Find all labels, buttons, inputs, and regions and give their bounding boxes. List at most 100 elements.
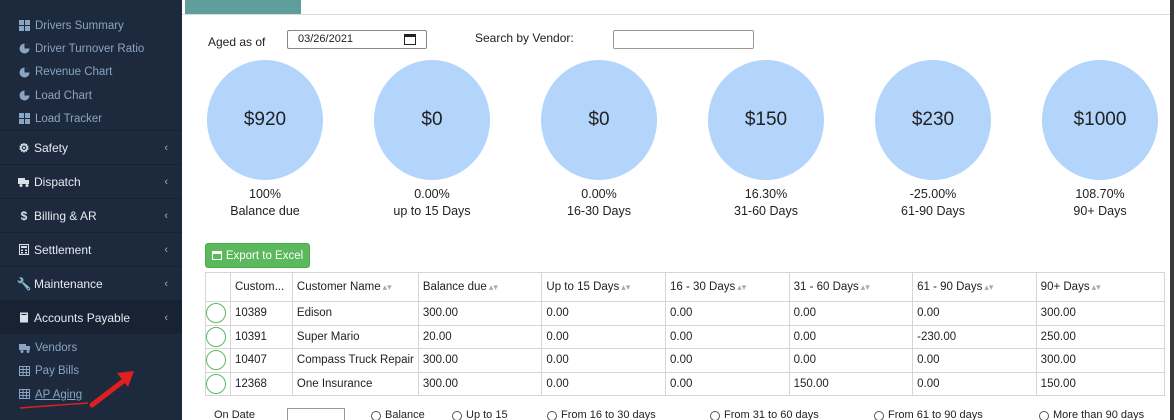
sort-icon[interactable]: ▴▾ [861, 282, 870, 292]
sidebar-item-billing-ar[interactable]: $ Billing & AR ‹ [0, 198, 182, 232]
sort-icon[interactable]: ▴▾ [489, 282, 498, 292]
chevron-left-icon: ‹ [164, 175, 168, 188]
aging-label: 90+ Days [1073, 204, 1127, 218]
calendar-icon[interactable] [404, 34, 416, 45]
aging-card-61-90: $230 -25.00% 61-90 Days [863, 60, 1003, 220]
gears-icon: ⚙ [18, 140, 30, 155]
sidebar-item-safety[interactable]: ⚙ Safety ‹ [0, 130, 182, 164]
row-select-radio[interactable] [206, 350, 226, 371]
table-cell: 0.00 [541, 301, 667, 326]
sort-icon[interactable]: ▴▾ [383, 282, 392, 292]
sidebar-item-load-tracker[interactable]: Load Tracker [0, 107, 182, 130]
table-cell: 300.00 [417, 371, 543, 396]
aging-label: 31-60 Days [734, 204, 798, 218]
chevron-left-icon: ‹ [164, 141, 168, 154]
sidebar-item-label: Drivers Summary [35, 19, 124, 32]
sidebar-item-vendors[interactable]: Vendors [0, 336, 182, 359]
sidebar-item-label: Billing & AR [34, 208, 97, 223]
aging-percent: 16.30% [744, 187, 788, 201]
table-cell: 300.00 [417, 301, 543, 326]
main-panel: Aged as of 03/26/2021 Search by Vendor: … [182, 0, 1170, 420]
column-header-label: 16 - 30 Days [670, 281, 736, 293]
sidebar-item-driver-turnover-ratio[interactable]: Driver Turnover Ratio [0, 37, 182, 60]
column-header[interactable]: Customer Name ▴▾ [291, 272, 419, 302]
table-header-row: Custom... Customer Name ▴▾ Balance due ▴▾ … [205, 272, 1166, 302]
table-row[interactable]: 10391 Super Mario 20.00 0.00 0.00 0.00 -… [205, 324, 1166, 349]
table-row[interactable]: 12368 One Insurance 300.00 0.00 0.00 150… [205, 371, 1166, 396]
row-select-cell[interactable] [205, 324, 231, 349]
radio-31-60[interactable] [710, 411, 720, 420]
tab-active[interactable] [185, 0, 301, 14]
sidebar-item-drivers-summary[interactable]: Drivers Summary [0, 14, 182, 37]
aging-circle: $230 [875, 60, 991, 180]
radio-up-to-15[interactable] [452, 411, 462, 420]
sidebar-item-label: Load Tracker [35, 112, 103, 125]
search-by-vendor-input[interactable] [613, 30, 754, 49]
table-cell: 150.00 [788, 371, 914, 396]
radio-more-than-90[interactable] [1039, 411, 1049, 420]
column-header[interactable]: Balance due ▴▾ [417, 272, 543, 302]
sidebar-item-accounts-payable[interactable]: Accounts Payable ‹ [0, 300, 182, 335]
aging-card-balance-due: $920 100% Balance due [195, 60, 335, 220]
on-date-input[interactable] [287, 408, 345, 420]
calculator-icon [18, 244, 30, 256]
row-select-cell[interactable] [205, 348, 231, 373]
table-cell: 0.00 [912, 371, 1037, 396]
row-select-cell[interactable] [205, 371, 231, 396]
on-date-label: On Date [214, 409, 255, 420]
radio-16-30[interactable] [547, 411, 557, 420]
column-header[interactable]: 16 - 30 Days ▴▾ [665, 272, 790, 302]
sidebar-item-settlement[interactable]: Settlement ‹ [0, 232, 182, 266]
export-button-label: Export to Excel [225, 249, 304, 262]
sidebar-item-load-chart[interactable]: Load Chart [0, 84, 182, 107]
row-select-cell[interactable] [205, 301, 231, 326]
table-cell: 300.00 [417, 348, 543, 373]
column-header[interactable]: 90+ Days ▴▾ [1035, 272, 1166, 302]
table-cell: 0.00 [665, 301, 790, 326]
aging-circle: $0 [541, 60, 657, 180]
red-annotation-arrow [19, 371, 134, 409]
column-header[interactable]: Up to 15 Days ▴▾ [541, 272, 667, 302]
aging-amount: $230 [911, 109, 955, 130]
table-cell: One Insurance [291, 371, 419, 396]
sidebar-item-label: Vendors [35, 342, 78, 355]
radio-balance[interactable] [371, 411, 381, 420]
aging-label: 16-30 Days [567, 204, 631, 218]
aging-percent: 0.00% [414, 187, 450, 201]
export-to-excel-button[interactable]: Export to Excel [205, 243, 310, 268]
sidebar-item-dispatch[interactable]: Dispatch ‹ [0, 164, 182, 198]
select-column-header [205, 272, 231, 302]
grid-icon [19, 20, 30, 32]
column-header[interactable]: 61 - 90 Days ▴▾ [912, 272, 1037, 302]
row-select-radio[interactable] [206, 326, 226, 347]
sidebar-item-label: Safety [34, 140, 69, 155]
table-cell: 0.00 [788, 324, 914, 349]
sidebar-item-revenue-chart[interactable]: Revenue Chart [0, 61, 182, 84]
radio-61-90-label: From 61 to 90 days [888, 409, 983, 420]
aging-circle: $0 [374, 60, 490, 180]
book-icon [18, 312, 30, 323]
row-select-radio[interactable] [206, 373, 226, 394]
aging-label: 61-90 Days [901, 204, 965, 218]
row-select-radio[interactable] [206, 303, 226, 324]
aged-as-of-date-input[interactable]: 03/26/2021 [287, 30, 427, 49]
sort-icon[interactable]: ▴▾ [1092, 282, 1101, 292]
radio-61-90[interactable] [874, 411, 884, 420]
table-row[interactable]: 10407 Compass Truck Repair 300.00 0.00 0… [205, 348, 1166, 373]
radio-balance-label: Balance [385, 409, 425, 420]
aging-label: up to 15 Days [393, 204, 471, 218]
sort-icon[interactable]: ▴▾ [621, 282, 630, 292]
table-cell: 10391 [229, 324, 293, 349]
filter-row: Aged as of 03/26/2021 Search by Vendor: [182, 30, 1170, 50]
sort-icon[interactable]: ▴▾ [737, 282, 746, 292]
column-header-label: 61 - 90 Days [917, 281, 983, 293]
sidebar-top-spacer [0, 0, 182, 14]
table-row[interactable]: 10389 Edison 300.00 0.00 0.00 0.00 0.00 … [205, 301, 1166, 326]
column-header[interactable]: Custom... [229, 272, 293, 302]
sort-icon[interactable]: ▴▾ [984, 282, 993, 292]
sidebar-item-label: Load Chart [35, 89, 92, 102]
sidebar-item-maintenance[interactable]: 🔧 Maintenance ‹ [0, 266, 182, 300]
aging-card-31-60: $150 16.30% 31-60 Days [696, 60, 836, 220]
column-header[interactable]: 31 - 60 Days ▴▾ [788, 272, 914, 302]
table-cell: Super Mario [291, 324, 419, 349]
